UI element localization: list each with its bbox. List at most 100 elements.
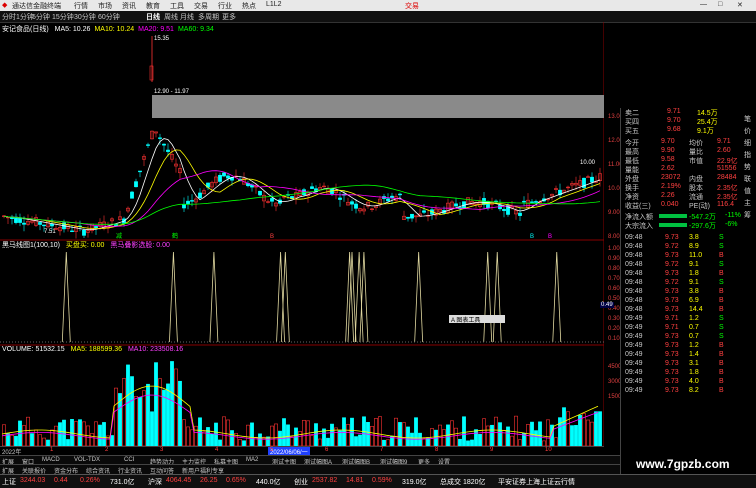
menu-item-7[interactable]: 热点 xyxy=(242,1,256,11)
candle xyxy=(402,210,406,221)
signal-spike xyxy=(414,251,424,343)
tick-price-11: 9.73 xyxy=(665,333,679,340)
volume-bar xyxy=(194,425,198,447)
volume-bar xyxy=(38,434,42,447)
volume-bar xyxy=(102,422,106,447)
maximize-icon[interactable]: □ xyxy=(718,1,722,8)
index-name-0[interactable]: 上证 xyxy=(2,477,16,487)
chart-tools-popup[interactable]: A 图表工具 xyxy=(449,315,505,324)
volume-bar xyxy=(210,433,214,447)
high-label: 15.35 xyxy=(154,36,170,42)
menu-item-4[interactable]: 工具 xyxy=(170,1,184,11)
index-name-1[interactable]: 沪深 xyxy=(148,477,162,487)
index-value-0: 3244.03 xyxy=(20,477,46,484)
period-tab-6[interactable]: 日线 xyxy=(146,12,160,22)
side-tab-2[interactable]: 细 xyxy=(744,138,751,148)
period-tab-2[interactable]: 5分钟 xyxy=(32,12,50,22)
tick-vol-2: 11.0 xyxy=(689,252,703,259)
side-tab-4[interactable]: 势 xyxy=(744,162,751,172)
candle xyxy=(18,213,22,227)
trade-button[interactable]: 交易 xyxy=(405,1,419,11)
minimize-icon[interactable]: — xyxy=(700,1,707,8)
menu-item-5[interactable]: 交易 xyxy=(194,1,208,11)
candle xyxy=(170,147,174,163)
indicator-tab-2[interactable]: MACD xyxy=(42,457,60,463)
candle xyxy=(58,222,62,236)
tick-side-14: B xyxy=(719,360,724,367)
menu-item-2[interactable]: 资讯 xyxy=(122,1,136,11)
index-change-2: 14.81 xyxy=(346,477,364,484)
indicator-header: 黑马线图1(100,10) 买盘买: 0.00 黑马叠影选股: 0.00 xyxy=(2,240,170,250)
candle xyxy=(6,216,10,224)
signal-spike xyxy=(209,251,219,343)
menu-item-3[interactable]: 教育 xyxy=(146,1,160,11)
period-tab-10[interactable]: 更多 xyxy=(222,12,236,22)
indicator-tab-8[interactable]: MA2 xyxy=(246,457,258,463)
volume-bar xyxy=(510,435,514,447)
period-tab-7[interactable]: 周线 xyxy=(164,12,178,22)
volume-bar xyxy=(562,407,566,447)
iaxis-tick-2: 0.80 xyxy=(608,266,620,272)
flow-value-1: -297.6万 xyxy=(689,223,716,230)
volume-bar xyxy=(130,376,134,447)
stat-value-b-4: 28484 xyxy=(717,174,737,181)
candle xyxy=(486,200,490,211)
volume-bar xyxy=(282,418,286,447)
order-row-price-0: 9.71 xyxy=(667,108,681,115)
indicator-tab-4[interactable]: CCI xyxy=(124,457,134,463)
tick-vol-3: 9.1 xyxy=(689,261,699,268)
side-tab-6[interactable]: 值 xyxy=(744,186,751,196)
tick-price-2: 9.73 xyxy=(665,252,679,259)
candle xyxy=(498,199,502,212)
volume-bar xyxy=(154,362,158,447)
volume-bar xyxy=(598,411,602,447)
period-tab-4[interactable]: 30分钟 xyxy=(74,12,96,22)
volume-bar xyxy=(146,383,150,447)
index-name-2[interactable]: 创业 xyxy=(294,477,308,487)
period-tab-9[interactable]: 多周期 xyxy=(198,12,219,22)
indicator-tab-3[interactable]: VOL-TDX xyxy=(74,457,100,463)
period-tab-8[interactable]: 月线 xyxy=(180,12,194,22)
volume-bar xyxy=(494,416,498,447)
kaxis-tick-4: 9.00 xyxy=(608,210,620,216)
candle xyxy=(314,185,318,194)
side-tab-5[interactable]: 联 xyxy=(744,174,751,184)
period-tab-0[interactable]: 分时 xyxy=(2,12,16,22)
signal-spike xyxy=(61,251,71,343)
volume-bar xyxy=(338,430,342,447)
side-tab-0[interactable]: 笔 xyxy=(744,114,751,124)
month-tick-7: 8 xyxy=(435,447,439,453)
side-tab-8[interactable]: 筹 xyxy=(744,210,751,220)
candle xyxy=(186,195,190,210)
volume-bar xyxy=(574,425,578,447)
period-tab-3[interactable]: 15分钟 xyxy=(52,12,74,22)
candle xyxy=(514,206,518,220)
tick-price-8: 9.73 xyxy=(665,306,679,313)
candle xyxy=(446,198,450,215)
volume-bar xyxy=(554,437,558,447)
news-ticker[interactable]: 平安证券上海上证云行情 xyxy=(498,477,575,487)
candle xyxy=(454,197,458,207)
volume-bar xyxy=(486,425,490,447)
side-tab-3[interactable]: 指 xyxy=(744,150,751,160)
menu-item-8[interactable]: L1L2 xyxy=(266,1,282,8)
volume-bar xyxy=(10,434,14,447)
period-tab-5[interactable]: 60分钟 xyxy=(98,12,120,22)
tick-price-12: 9.73 xyxy=(665,342,679,349)
side-tab-1[interactable]: 价 xyxy=(744,126,751,136)
menu-item-0[interactable]: 行情 xyxy=(74,1,88,11)
tick-vol-16: 4.0 xyxy=(689,378,699,385)
candle xyxy=(434,204,438,220)
candle xyxy=(354,199,358,214)
menu-item-6[interactable]: 行业 xyxy=(218,1,232,11)
close-icon[interactable]: ✕ xyxy=(737,1,743,9)
index-pct-1: 0.65% xyxy=(226,477,246,484)
volume-bar xyxy=(162,389,166,447)
candle xyxy=(218,172,222,185)
candle xyxy=(350,199,354,212)
volume-bar xyxy=(190,429,194,447)
menu-item-1[interactable]: 市场 xyxy=(98,1,112,11)
side-tab-7[interactable]: 主 xyxy=(744,198,751,208)
candle xyxy=(202,188,206,195)
volume-bar xyxy=(262,436,266,447)
